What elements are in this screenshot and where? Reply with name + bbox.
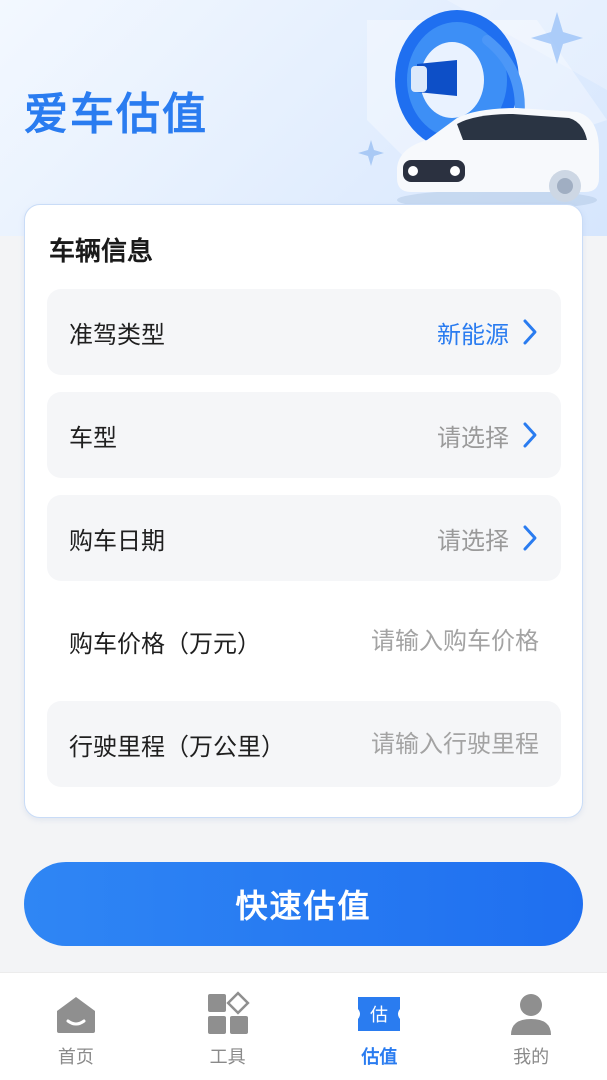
chevron-right-icon	[523, 525, 537, 551]
bottom-tab-bar: 首页 工具 估 估值 我的	[0, 972, 607, 1080]
purchase-date-value: 请选择	[437, 526, 509, 555]
quick-valuation-button[interactable]: 快速估值	[24, 862, 583, 946]
tab-valuation-label: 估值	[361, 1047, 398, 1068]
row-purchase-date[interactable]: 购车日期 请选择	[47, 495, 561, 581]
valuation-icon-glyph: 估	[370, 1005, 388, 1026]
purchase-price-label: 购车价格（万元）	[69, 629, 261, 658]
tab-profile[interactable]: 我的	[455, 973, 607, 1080]
purchase-price-input[interactable]	[329, 627, 539, 655]
home-icon	[56, 997, 95, 1033]
car-megaphone-illustration	[358, 0, 607, 210]
tab-valuation[interactable]: 估 估值	[304, 973, 456, 1080]
mileage-label: 行驶里程（万公里）	[69, 732, 285, 761]
tab-tools[interactable]: 工具	[152, 973, 304, 1080]
mileage-input[interactable]	[329, 730, 539, 758]
tab-tools-label: 工具	[209, 1047, 246, 1068]
car-model-value: 请选择	[437, 423, 509, 452]
row-car-model[interactable]: 车型 请选择	[47, 392, 561, 478]
tab-home[interactable]: 首页	[0, 973, 152, 1080]
valuation-icon: 估	[358, 997, 401, 1031]
tools-icon	[207, 991, 250, 1034]
purchase-date-label: 购车日期	[69, 526, 165, 555]
chevron-right-icon	[523, 319, 537, 345]
chevron-right-icon	[523, 422, 537, 448]
license-type-value: 新能源	[437, 320, 509, 349]
car-model-label: 车型	[69, 423, 117, 452]
row-license-type[interactable]: 准驾类型 新能源	[47, 289, 561, 375]
row-purchase-price: 购车价格（万元）	[47, 598, 561, 684]
header-banner: 爱车估值	[0, 0, 607, 236]
tab-home-label: 首页	[57, 1047, 94, 1068]
profile-icon	[511, 994, 552, 1035]
tab-profile-label: 我的	[513, 1047, 550, 1068]
license-type-label: 准驾类型	[69, 320, 165, 349]
vehicle-info-card: 车辆信息 准驾类型 新能源 车型 请选择 购车日期 请选择 购车价格（万元） 行…	[24, 204, 583, 818]
row-mileage: 行驶里程（万公里）	[47, 701, 561, 787]
vehicle-info-title: 车辆信息	[49, 237, 154, 267]
page-title: 爱车估值	[24, 89, 208, 140]
